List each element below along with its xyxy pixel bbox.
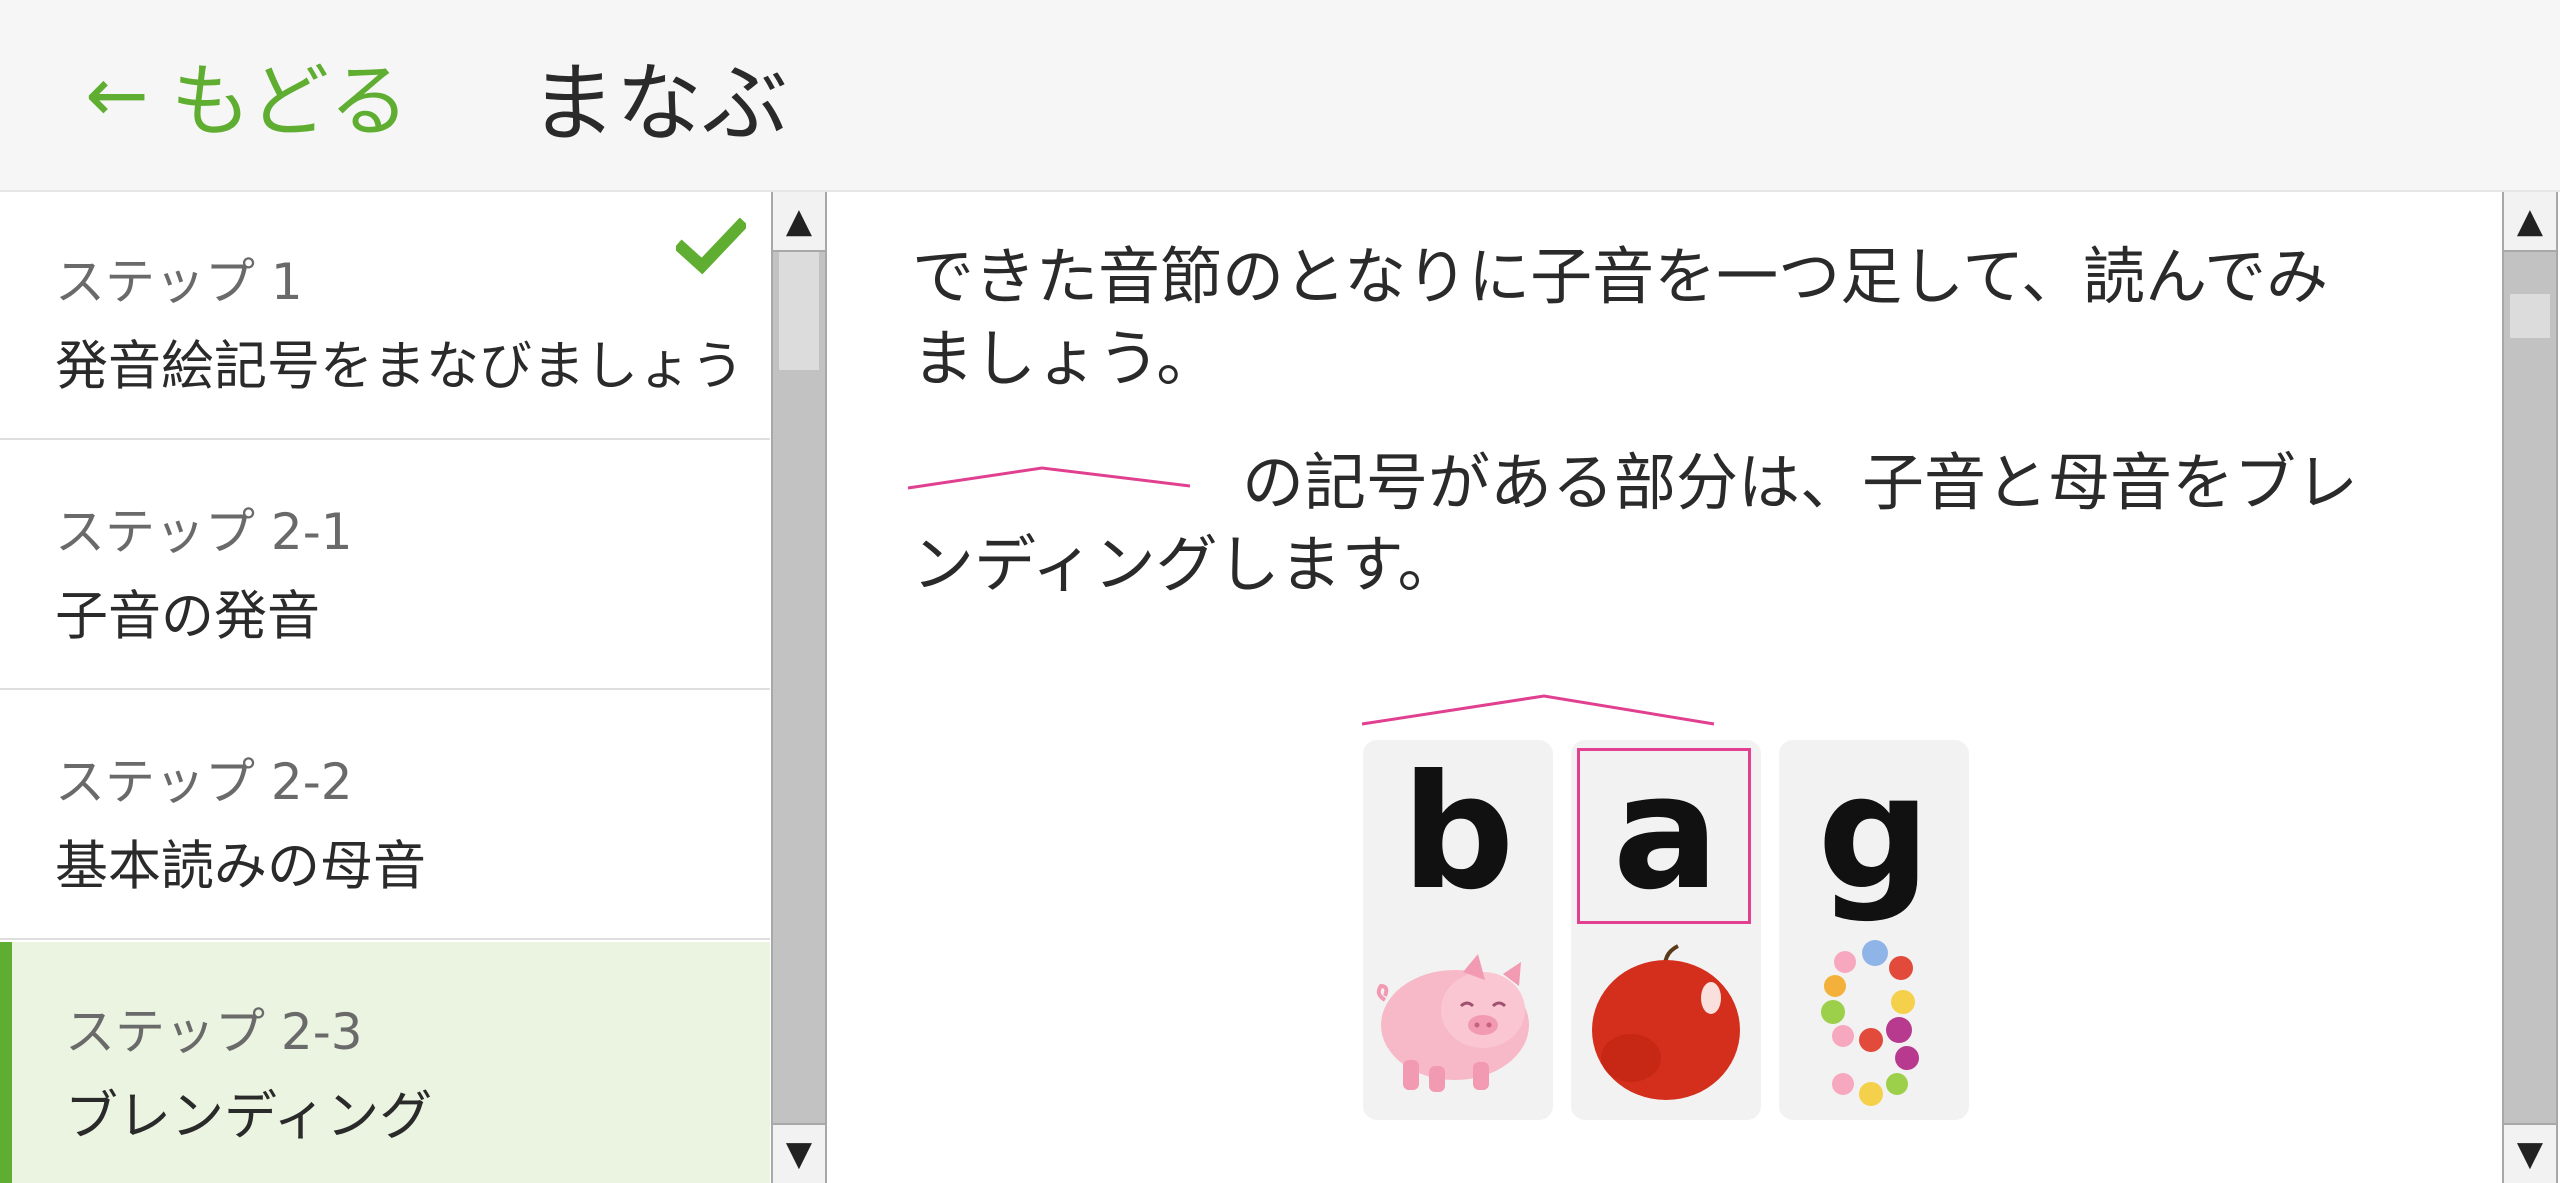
scroll-down-button[interactable]: ▼: [2504, 1123, 2556, 1183]
blend-mark-over-cards-icon: [1361, 694, 1715, 726]
card-a[interactable]: a: [1571, 740, 1761, 1120]
step-name: 子音の発音: [55, 586, 320, 647]
top-bar: ← もどる まなぶ: [0, 0, 2560, 192]
step-item-2-1[interactable]: ステップ 2-1 子音の発音: [0, 442, 770, 690]
back-label: もどる: [170, 55, 410, 148]
step-item-2-3[interactable]: ステップ 2-3 ブレンディング: [0, 942, 770, 1183]
scroll-thumb[interactable]: [779, 252, 819, 370]
step-number: ステップ 1: [55, 253, 303, 311]
scroll-down-button[interactable]: ▼: [773, 1123, 825, 1183]
step-name: 発音絵記号をまなびましょう: [55, 336, 744, 397]
card-b[interactable]: b: [1363, 740, 1553, 1120]
step-name: 基本読みの母音: [55, 836, 426, 897]
scroll-up-button[interactable]: ▲: [2504, 192, 2556, 252]
apple-icon: [1592, 944, 1740, 1100]
step-item-1[interactable]: ステップ 1 発音絵記号をまなびましょう: [0, 192, 770, 440]
card-g[interactable]: g: [1779, 740, 1969, 1120]
step-number: ステップ 2-2: [55, 753, 353, 811]
content-scrollbar[interactable]: ▲ ▼: [2502, 192, 2558, 1183]
scroll-thumb[interactable]: [2510, 294, 2550, 338]
scroll-up-button[interactable]: ▲: [773, 192, 825, 252]
jellybean-g-icon: [1821, 940, 1919, 1106]
step-item-2-2[interactable]: ステップ 2-2 基本読みの母音: [0, 692, 770, 940]
sidebar-scrollbar[interactable]: ▲ ▼: [771, 192, 827, 1183]
page-title: まなぶ: [530, 53, 788, 154]
step-number: ステップ 2-1: [55, 503, 353, 561]
lesson-content: できた音節のとなりに子音を一つ足して、読んでみましょう。 の記号がある部分は、子…: [830, 192, 2500, 1183]
step-list: ステップ 1 発音絵記号をまなびましょう ステップ 2-1 子音の発音 ステップ…: [0, 192, 770, 1183]
step-name: ブレンディング: [65, 1086, 433, 1147]
step-number: ステップ 2-3: [65, 1003, 363, 1061]
back-button[interactable]: ← もどる: [85, 40, 409, 150]
phonics-cards: b a g: [830, 192, 2500, 1183]
pig-icon: [1376, 954, 1529, 1092]
back-arrow-icon: ←: [85, 50, 149, 139]
checkmark-icon: [676, 218, 746, 275]
